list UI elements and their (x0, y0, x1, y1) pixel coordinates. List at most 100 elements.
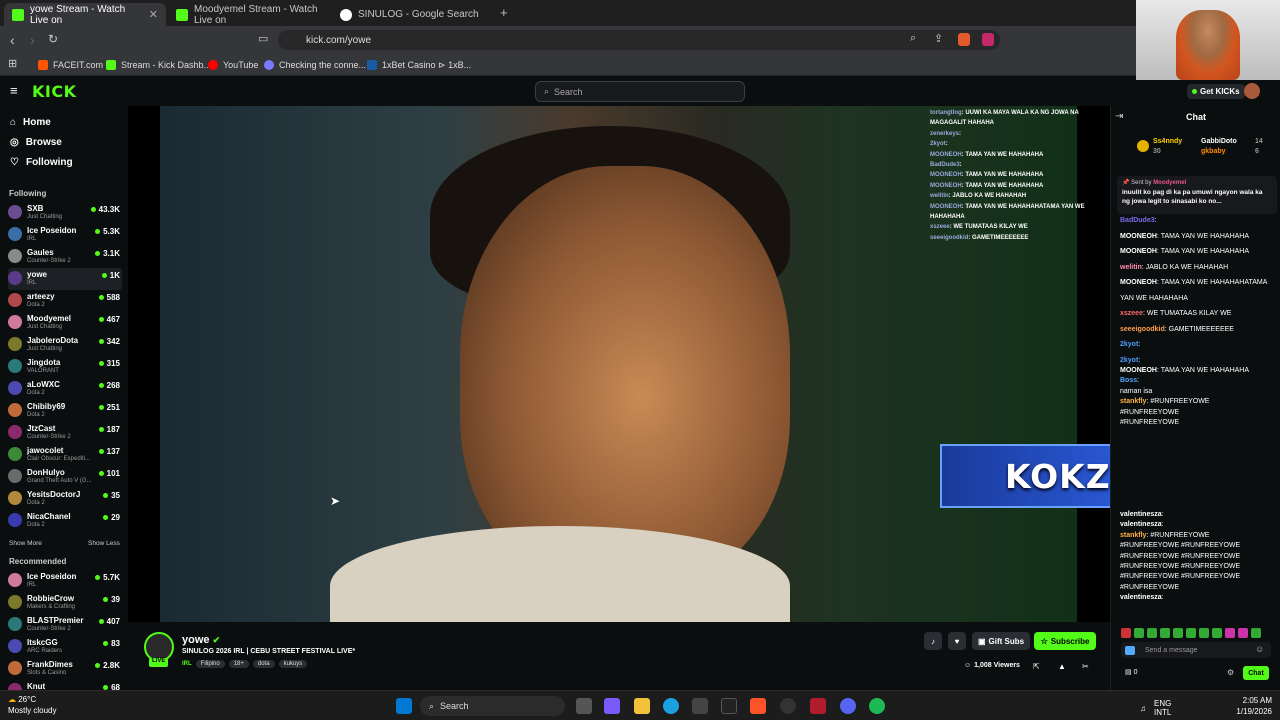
recommended-channel[interactable]: FrankDimes Slots & Casino 2.8K (8, 658, 122, 680)
sidebar-channel[interactable]: NicaChanel Dota 2 29 (8, 510, 122, 532)
spotify-icon[interactable] (869, 698, 885, 714)
recommended-channel[interactable]: RobbieCrow Makers & Crafting 39 (8, 592, 122, 614)
leader-name[interactable]: gkbaby (1201, 148, 1226, 155)
clock[interactable]: 2:05 AM 1/19/2026 (1236, 695, 1272, 717)
mic-icon[interactable]: ♫ (1140, 704, 1146, 713)
emote-icon[interactable] (1186, 628, 1196, 638)
windows-start-icon[interactable] (396, 698, 412, 714)
chat-input[interactable]: Send a message (1121, 642, 1271, 658)
sidebar-channel[interactable]: YesitsDoctorJ Dota 2 35 (8, 488, 122, 510)
recommended-channel[interactable]: ItskcGG ARC Raiders 83 (8, 636, 122, 658)
language-indicator[interactable]: ENG INTL (1154, 699, 1171, 717)
chat-username[interactable]: MOONEOH (1120, 279, 1157, 286)
chat-username[interactable]: valentinesza (1120, 511, 1162, 518)
chat-username[interactable]: MOONEOH (1120, 248, 1157, 255)
chat-message[interactable]: #RUNFREEYOWE #RUNFREEYOWE (1120, 541, 1276, 552)
copilot-icon[interactable] (604, 698, 620, 714)
pinned-by-user[interactable]: Moodyemel (1153, 180, 1186, 186)
chat-message[interactable]: #RUNFREEYOWE #RUNFREEYOWE (1120, 572, 1276, 583)
pinned-message[interactable]: 📌 Sent by Moodyemel inuulit ko pag di ka… (1117, 176, 1277, 214)
chat-message[interactable]: #RUNFREEYOWE (1120, 408, 1276, 419)
chat-username[interactable]: stankfly (1120, 532, 1146, 539)
chat-message[interactable]: Boss: (1120, 376, 1276, 387)
chat-username[interactable]: Boss (1120, 377, 1137, 384)
file-explorer-icon[interactable] (634, 698, 650, 714)
app-icon[interactable] (810, 698, 826, 714)
emote-icon[interactable] (1160, 628, 1170, 638)
sidebar-channel[interactable]: Chibiby69 Dota 2 251 (8, 400, 122, 422)
leader-name[interactable]: GabbiDoto (1201, 138, 1237, 145)
chat-message[interactable]: valentinesza: (1120, 593, 1276, 604)
chat-message[interactable]: MOONEOH: TAMA YAN WE HAHAHAHA (1120, 247, 1276, 258)
emote-icon[interactable] (1199, 628, 1209, 638)
recommended-channel[interactable]: Ice Poseidon IRL 5.7K (8, 570, 122, 592)
sidebar-channel[interactable]: SXB Just Chatting 43.3K (8, 202, 122, 224)
leader-name[interactable]: Ss4nndy (1153, 138, 1182, 145)
emoji-icon[interactable]: ☺ (1255, 644, 1264, 654)
search-input[interactable]: ⌕ Search (535, 81, 745, 102)
sidebar-channel[interactable]: Moodyemel Just Chatting 467 (8, 312, 122, 334)
chat-message[interactable]: YAN WE HAHAHAHA (1120, 294, 1276, 305)
chat-username[interactable]: stankfly (1120, 398, 1146, 405)
tag[interactable]: Filipino (195, 660, 225, 668)
chat-message[interactable]: 2kyot: (1120, 356, 1276, 367)
bookmark-icon[interactable]: ▭ (258, 32, 268, 45)
sidebar-channel[interactable]: arteezy Dota 2 588 (8, 290, 122, 312)
sidebar-channel[interactable]: JaboleroDota Just Chatting 342 (8, 334, 122, 356)
emote-icon[interactable] (1225, 628, 1235, 638)
chat-message[interactable]: seeeigoodkid: GAMETIMEEEEEEE (1120, 325, 1276, 336)
clip-icon[interactable]: ✂ (1082, 662, 1089, 671)
edge-icon[interactable] (663, 698, 679, 714)
subscribe-button[interactable]: ☆ Subscribe (1034, 632, 1096, 650)
sidebar-channel[interactable]: JtzCast Counter-Strike 2 187 (8, 422, 122, 444)
nav-home[interactable]: ⌂ Home (10, 117, 51, 128)
emote-icon[interactable] (1212, 628, 1222, 638)
kick-emote-icon[interactable] (1125, 646, 1135, 655)
reload-icon[interactable]: ↻ (48, 32, 58, 46)
kick-logo[interactable]: KICK (32, 82, 77, 101)
chat-message[interactable]: stankfly: #RUNFREEYOWE (1120, 531, 1276, 542)
bookmark-kick-dashboard[interactable]: Stream - Kick Dashb... (106, 57, 211, 73)
terminal-icon[interactable] (721, 698, 737, 714)
emote-icon[interactable] (1134, 628, 1144, 638)
brave-icon[interactable] (750, 698, 766, 714)
chat-message[interactable]: xszeee: WE TUMATAAS KILAY WE (1120, 309, 1276, 320)
chat-username[interactable]: BadDude3 (1120, 217, 1155, 224)
chat-message[interactable]: naman isa (1120, 387, 1276, 398)
chat-message[interactable]: stankfly: #RUNFREEYOWE (1120, 397, 1276, 408)
sidebar-channel[interactable]: Ice Poseidon IRL 5.3K (8, 224, 122, 246)
chat-username[interactable]: MOONEOH (1120, 367, 1157, 374)
notification-bell-button[interactable]: ♪ (924, 632, 942, 650)
close-icon[interactable]: ✕ (149, 8, 158, 21)
bookmark-checking[interactable]: Checking the conne... (264, 57, 366, 73)
steam-icon[interactable] (780, 698, 796, 714)
tag[interactable]: dota (252, 660, 275, 668)
weather-widget[interactable]: ☁ 26°C Mostly cloudy (8, 694, 56, 716)
show-less-button[interactable]: Show Less (88, 540, 120, 547)
emote-icon[interactable] (1147, 628, 1157, 638)
settings-icon[interactable]: ⚙ (1227, 668, 1234, 677)
chat-message[interactable]: MOONEOH: TAMA YAN WE HAHAHAHATAMA (1120, 278, 1276, 289)
discord-icon[interactable] (840, 698, 856, 714)
sidebar-channel[interactable]: Gaules Counter-Strike 2 3.1K (8, 246, 122, 268)
brave-shield-icon[interactable] (958, 33, 970, 46)
chat-message[interactable]: #RUNFREEYOWE #RUNFREEYOWE (1120, 562, 1276, 573)
chat-message[interactable]: #RUNFREEYOWE #RUNFREEYOWE (1120, 552, 1276, 563)
chat-message[interactable]: 2kyot: (1120, 340, 1276, 351)
tag[interactable]: 18+ (228, 660, 249, 668)
chat-message[interactable]: MOONEOH: TAMA YAN WE HAHAHAHA (1120, 366, 1276, 377)
menu-icon[interactable]: ≡ (10, 83, 18, 98)
chat-username[interactable]: valentinesza (1120, 521, 1162, 528)
nav-browse[interactable]: ◎ Browse (10, 137, 62, 148)
chat-message[interactable]: #RUNFREEYOWE (1120, 418, 1276, 429)
avatar[interactable] (1244, 83, 1260, 99)
chat-message[interactable]: MOONEOH: TAMA YAN WE HAHAHAHA (1120, 232, 1276, 243)
task-view-icon[interactable] (576, 698, 592, 714)
chat-send-button[interactable]: Chat (1243, 666, 1269, 680)
store-icon[interactable] (692, 698, 708, 714)
bookmark-faceit[interactable]: FACEIT.com (38, 57, 103, 73)
emote-icon[interactable] (1251, 628, 1261, 638)
brave-rewards-icon[interactable] (982, 33, 994, 46)
channel-name[interactable]: yowe ✔ (182, 634, 220, 646)
chat-username[interactable]: MOONEOH (1120, 233, 1157, 240)
